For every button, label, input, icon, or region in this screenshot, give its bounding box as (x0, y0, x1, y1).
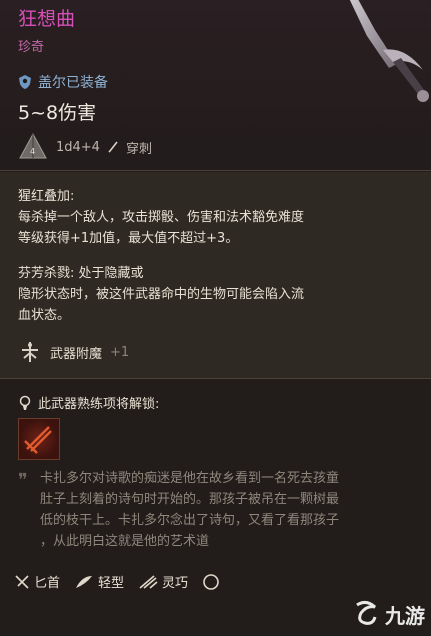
proficiency-icon (19, 395, 31, 410)
proficiency-label: 此武器熟练项将解锁: (38, 397, 160, 412)
crimson-effect-desc-2: 等级获得+1加值，最大值不超过+3。 (18, 231, 239, 246)
equipped-status: 盖尔已装备 (18, 72, 108, 92)
lore-line-4: ，从此明白这就是他的艺术道 (40, 534, 210, 549)
watermark-logo-icon (356, 600, 377, 625)
damage-range: 5~8伤害 (18, 102, 97, 124)
lore-line-1: 卡扎多尔对诗歌的痴迷是他在故乡看到一名死去孩童 (40, 471, 340, 486)
proficiency-action-slot[interactable] (18, 418, 60, 460)
lore-text: 卡扎多尔对诗歌的痴迷是他在故乡看到一名死去孩童 肚子上刻着的诗句时开始的。那孩子… (40, 468, 420, 552)
item-name: 狂想曲 (18, 8, 76, 30)
feather-property-icon (76, 575, 93, 588)
weapon-enchant-row: 武器附魔 +1 (18, 340, 129, 364)
damage-type: 穿刺 (125, 141, 152, 157)
crimson-effect-title: 猩红叠加: (18, 189, 75, 204)
property-label: 灵巧 (162, 576, 189, 591)
property-label: 轻型 (98, 576, 125, 591)
finesse-property-icon (139, 574, 158, 589)
enchant-value: +1 (110, 344, 130, 360)
enchant-icon (22, 342, 38, 362)
enchant-label: 武器附魔 (50, 346, 103, 362)
dagger-artwork-icon (349, 0, 429, 102)
property-light: 轻型 (74, 572, 124, 591)
item-tooltip: 狂想曲 珍奇 盖尔已装备 5~8伤害 4 1d4+4 穿刺 猩红叠加: 每杀掉一… (0, 0, 431, 636)
fragrant-effect-desc-1: 隐形状态时，被这件武器命中的生物可能会陷入流 (18, 287, 305, 302)
dagger-property-icon (15, 574, 29, 589)
property-label: 匕首 (34, 576, 61, 591)
more-property-icon (203, 573, 219, 590)
property-dagger: 匕首 (14, 572, 60, 591)
fragrant-effect-title: 芬芳杀戮: 处于隐藏或 (18, 266, 144, 281)
slash-action-icon (24, 426, 52, 454)
lore-line-3: 低的枝干上。卡扎多尔念出了诗句，又看了看那孩子 (40, 513, 340, 528)
item-rarity: 珍奇 (18, 40, 45, 55)
divider (0, 378, 431, 379)
dice-row: 4 1d4+4 穿刺 (18, 130, 152, 164)
lore-quote-icon: ❞ (18, 470, 28, 491)
crimson-effect-desc-1: 每杀掉一个敌人，攻击掷骰、伤害和法术豁免难度 (18, 210, 305, 225)
watermark-text: 九游 (385, 603, 425, 628)
fragrant-effect-desc-2: 血状态。 (18, 308, 71, 323)
d4-dice-icon: 4 (19, 132, 47, 159)
equipped-shield-icon (19, 75, 31, 89)
pierce-icon (108, 141, 118, 153)
divider (0, 170, 431, 171)
svg-text:4: 4 (30, 147, 35, 156)
lore-line-2: 肚子上刻着的诗句时开始的。那孩子被吊在一颗树最 (40, 492, 340, 507)
site-watermark: 九游 (317, 598, 425, 630)
weapon-properties: 匕首 轻型 灵巧 (14, 572, 220, 591)
proficiency-header: 此武器熟练项将解锁: (18, 393, 159, 412)
equipped-label: 盖尔已装备 (38, 75, 108, 91)
dice-formula: 1d4+4 (56, 139, 100, 155)
property-finesse: 灵巧 (138, 572, 188, 591)
